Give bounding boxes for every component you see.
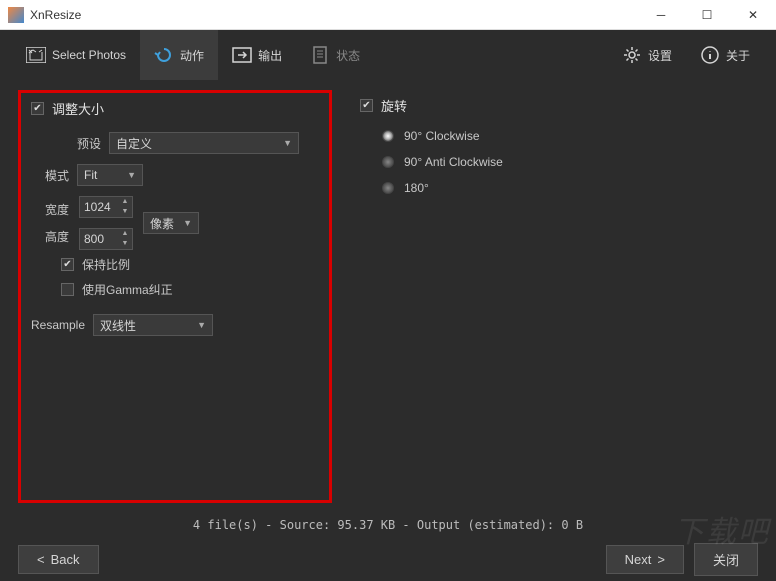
height-input[interactable] [80,232,118,246]
tab-select-photos[interactable]: Select Photos [12,30,140,80]
keep-ratio-checkbox[interactable] [61,258,74,271]
preset-label: 预设 [71,135,101,152]
chevron-down-icon: ▼ [183,218,192,228]
resize-title: 调整大小 [52,99,104,118]
radio-icon [382,156,394,168]
photos-icon [26,45,46,65]
rotate-option-90acw[interactable]: 90° Anti Clockwise [382,155,758,169]
output-icon [232,45,252,65]
unit-select[interactable]: 像素 ▼ [143,212,199,234]
close-button[interactable]: 关闭 [694,543,758,576]
maximize-button[interactable]: ☐ [684,0,730,30]
resample-label: Resample [31,318,85,332]
tab-output[interactable]: 输出 [218,30,296,80]
rotate-panel: 旋转 90° Clockwise 90° Anti Clockwise 180° [360,90,758,503]
resample-select[interactable]: 双线性 ▼ [93,314,213,336]
width-input[interactable] [80,200,118,214]
mode-select[interactable]: Fit ▼ [77,164,143,186]
resize-checkbox[interactable] [31,102,44,115]
rotate-option-90cw[interactable]: 90° Clockwise [382,129,758,143]
mode-label: 模式 [39,167,69,184]
height-spinner[interactable]: ▲▼ [79,228,133,250]
width-spinner[interactable]: ▲▼ [79,196,133,218]
height-label: 高度 [39,228,69,245]
next-button[interactable]: Next > [606,545,684,574]
tab-action[interactable]: 动作 [140,30,218,80]
gamma-label: 使用Gamma纠正 [82,281,173,298]
spin-down-icon[interactable]: ▼ [118,207,132,217]
chevron-left-icon: < [37,552,45,567]
tab-label: 动作 [180,47,204,64]
width-label: 宽度 [39,201,69,218]
action-icon [154,45,174,65]
back-button[interactable]: < Back [18,545,99,574]
tab-status[interactable]: 状态 [296,30,374,80]
tab-label: 关于 [726,47,750,64]
info-icon [700,45,720,65]
tab-settings[interactable]: 设置 [608,30,686,80]
chevron-down-icon: ▼ [283,138,292,148]
tab-about[interactable]: 关于 [686,30,764,80]
tab-label: 输出 [258,47,282,64]
window-title: XnResize [30,8,638,22]
tabbar: Select Photos 动作 输出 状态 设置 [0,30,776,80]
status-bar: 4 file(s) - Source: 95.37 KB - Output (e… [0,513,776,537]
status-icon [310,45,330,65]
chevron-down-icon: ▼ [127,170,136,180]
gear-icon [622,45,642,65]
spin-up-icon[interactable]: ▲ [118,197,132,207]
app-icon [8,7,24,23]
spin-down-icon[interactable]: ▼ [118,239,132,249]
chevron-down-icon: ▼ [197,320,206,330]
tab-label: 状态 [336,47,360,64]
keep-ratio-label: 保持比例 [82,256,130,273]
radio-icon [382,182,394,194]
spin-up-icon[interactable]: ▲ [118,229,132,239]
tab-label: 设置 [648,47,672,64]
close-window-button[interactable]: ✕ [730,0,776,30]
tab-label: Select Photos [52,48,126,62]
preset-select[interactable]: 自定义 ▼ [109,132,299,154]
chevron-right-icon: > [657,552,665,567]
rotate-option-180[interactable]: 180° [382,181,758,195]
resize-panel: 调整大小 预设 自定义 ▼ 模式 Fit ▼ 宽度 高度 [18,90,332,503]
rotate-title: 旋转 [381,96,407,115]
gamma-checkbox[interactable] [61,283,74,296]
minimize-button[interactable]: ─ [638,0,684,30]
radio-icon [382,130,394,142]
rotate-checkbox[interactable] [360,99,373,112]
